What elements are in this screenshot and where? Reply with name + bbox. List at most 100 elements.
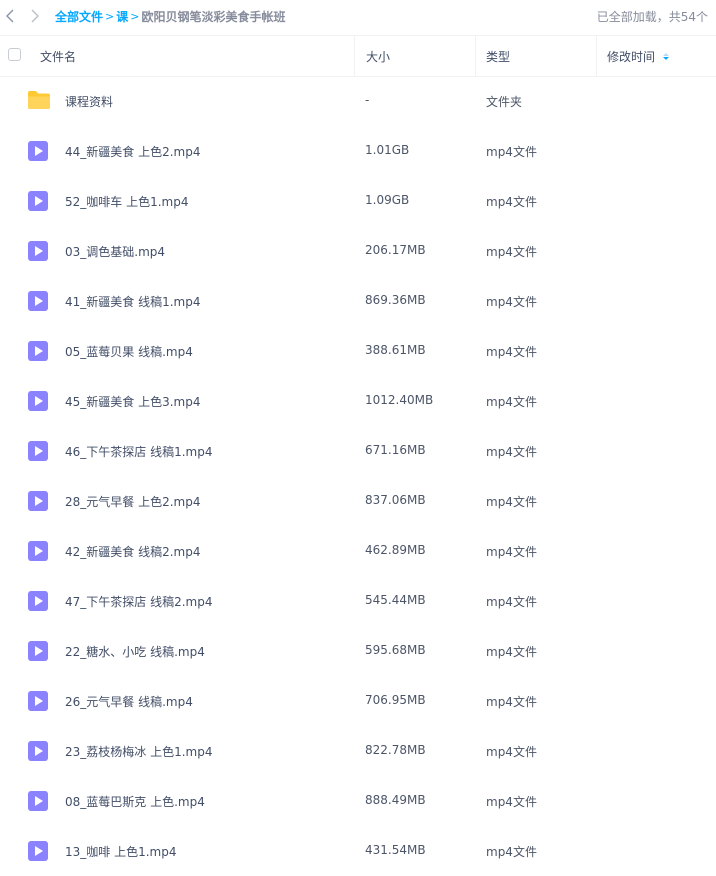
file-type: mp4文件 <box>486 595 537 609</box>
video-file-icon <box>28 341 48 361</box>
file-row[interactable]: 28_元气早餐 上色2.mp4 837.06MB mp4文件 <box>0 476 716 526</box>
file-name[interactable]: 03_调色基础.mp4 <box>65 243 165 260</box>
video-file-icon <box>28 291 48 311</box>
file-size: 1.01GB <box>365 143 410 157</box>
file-type: mp4文件 <box>486 695 537 709</box>
load-status-text: 已全部加载，共54个 <box>596 10 708 24</box>
file-row[interactable]: 26_元气早餐 线稿.mp4 706.95MB mp4文件 <box>0 676 716 726</box>
file-type: mp4文件 <box>486 395 537 409</box>
chevron-left-icon[interactable] <box>0 6 20 26</box>
file-name[interactable]: 23_荔枝杨梅冰 上色1.mp4 <box>65 743 212 760</box>
video-file-icon <box>28 441 48 461</box>
column-header-modified-label: 修改时间 <box>607 49 656 64</box>
column-header-name-label: 文件名 <box>40 49 77 64</box>
file-type: mp4文件 <box>486 445 537 459</box>
file-name[interactable]: 41_新疆美食 线稿1.mp4 <box>65 293 200 310</box>
table-header: 文件名 大小 类型 修改时间 <box>0 35 716 77</box>
file-size: 822.78MB <box>365 743 426 757</box>
column-header-name[interactable]: 文件名 <box>40 36 76 76</box>
file-row[interactable]: 课程资料 - 文件夹 <box>0 76 716 126</box>
file-row[interactable]: 42_新疆美食 线稿2.mp4 462.89MB mp4文件 <box>0 526 716 576</box>
video-file-icon <box>28 641 48 661</box>
file-size: 1.09GB <box>365 193 410 207</box>
video-file-icon <box>28 841 48 861</box>
file-list: 课程资料 - 文件夹 44_新疆美食 上色2.mp4 1.01GB mp4文件 52_咖啡车… <box>0 76 716 876</box>
file-row[interactable]: 23_荔枝杨梅冰 上色1.mp4 822.78MB mp4文件 <box>0 726 716 776</box>
file-name[interactable]: 52_咖啡车 上色1.mp4 <box>65 193 188 210</box>
column-header-type[interactable]: 类型 <box>475 36 595 76</box>
column-header-size-label: 大小 <box>366 49 391 64</box>
chevron-right-icon[interactable] <box>25 6 45 26</box>
file-type: mp4文件 <box>486 345 537 359</box>
video-file-icon <box>28 241 48 261</box>
file-type: 文件夹 <box>486 95 523 109</box>
file-size: 595.68MB <box>365 643 426 657</box>
file-type: mp4文件 <box>486 145 537 159</box>
file-size: 869.36MB <box>365 293 426 307</box>
file-row[interactable]: 45_新疆美食 上色3.mp4 1012.40MB mp4文件 <box>0 376 716 426</box>
select-all-checkbox[interactable] <box>8 48 21 61</box>
file-row[interactable]: 03_调色基础.mp4 206.17MB mp4文件 <box>0 226 716 276</box>
file-type: mp4文件 <box>486 745 537 759</box>
file-size: 888.49MB <box>365 793 426 807</box>
column-header-type-label: 类型 <box>486 49 511 64</box>
video-file-icon <box>28 191 48 211</box>
file-row[interactable]: 47_下午茶探店 线稿2.mp4 545.44MB mp4文件 <box>0 576 716 626</box>
file-type: mp4文件 <box>486 295 537 309</box>
breadcrumb-root[interactable]: 全部文件 <box>55 8 103 25</box>
video-file-icon <box>28 741 48 761</box>
file-size: 1012.40MB <box>365 393 434 407</box>
breadcrumb: 全部文件 > 课 > 欧阳贝钢笔淡彩美食手帐班 <box>55 8 285 25</box>
file-row[interactable]: 05_蓝莓贝果 线稿.mp4 388.61MB mp4文件 <box>0 326 716 376</box>
column-header-size[interactable]: 大小 <box>354 36 474 76</box>
video-file-icon <box>28 491 48 511</box>
file-size: 206.17MB <box>365 243 426 257</box>
file-size: 706.95MB <box>365 693 426 707</box>
file-name[interactable]: 42_新疆美食 线稿2.mp4 <box>65 543 200 560</box>
top-bar: 全部文件 > 课 > 欧阳贝钢笔淡彩美食手帐班 已全部加载，共54个 <box>0 0 716 32</box>
file-size: 462.89MB <box>365 543 426 557</box>
file-type: mp4文件 <box>486 645 537 659</box>
file-name[interactable]: 08_蓝莓巴斯克 上色.mp4 <box>65 793 205 810</box>
video-file-icon <box>28 591 48 611</box>
file-type: mp4文件 <box>486 245 537 259</box>
file-row[interactable]: 13_咖啡 上色1.mp4 431.54MB mp4文件 <box>0 826 716 876</box>
file-name[interactable]: 44_新疆美食 上色2.mp4 <box>65 143 200 160</box>
column-header-modified[interactable]: 修改时间 <box>596 36 716 76</box>
file-row[interactable]: 22_糖水、小吃 线稿.mp4 595.68MB mp4文件 <box>0 626 716 676</box>
breadcrumb-current: 欧阳贝钢笔淡彩美食手帐班 <box>141 10 286 24</box>
file-size: - <box>365 93 370 107</box>
breadcrumb-separator: > <box>105 10 115 23</box>
file-row[interactable]: 46_下午茶探店 线稿1.mp4 671.16MB mp4文件 <box>0 426 716 476</box>
file-name[interactable]: 45_新疆美食 上色3.mp4 <box>65 393 200 410</box>
file-size: 388.61MB <box>365 343 426 357</box>
file-type: mp4文件 <box>486 545 537 559</box>
breadcrumb-middle[interactable]: 课 <box>116 8 128 25</box>
video-file-icon <box>28 541 48 561</box>
sort-icon[interactable] <box>663 52 670 60</box>
video-file-icon <box>28 791 48 811</box>
file-type: mp4文件 <box>486 795 537 809</box>
video-file-icon <box>28 141 48 161</box>
file-size: 671.16MB <box>365 443 426 457</box>
file-type: mp4文件 <box>486 495 537 509</box>
file-type: mp4文件 <box>486 195 537 209</box>
file-row[interactable]: 08_蓝莓巴斯克 上色.mp4 888.49MB mp4文件 <box>0 776 716 826</box>
file-name[interactable]: 26_元气早餐 线稿.mp4 <box>65 693 193 710</box>
video-file-icon <box>28 391 48 411</box>
breadcrumb-separator: > <box>130 10 140 23</box>
file-name[interactable]: 28_元气早餐 上色2.mp4 <box>65 493 200 510</box>
file-name[interactable]: 课程资料 <box>65 93 113 110</box>
file-row[interactable]: 52_咖啡车 上色1.mp4 1.09GB mp4文件 <box>0 176 716 226</box>
folder-icon <box>28 91 52 111</box>
file-name[interactable]: 46_下午茶探店 线稿1.mp4 <box>65 443 212 460</box>
file-row[interactable]: 44_新疆美食 上色2.mp4 1.01GB mp4文件 <box>0 126 716 176</box>
file-name[interactable]: 22_糖水、小吃 线稿.mp4 <box>65 643 205 660</box>
file-size: 431.54MB <box>365 843 426 857</box>
file-name[interactable]: 47_下午茶探店 线稿2.mp4 <box>65 593 212 610</box>
file-size: 545.44MB <box>365 593 426 607</box>
video-file-icon <box>28 691 48 711</box>
file-row[interactable]: 41_新疆美食 线稿1.mp4 869.36MB mp4文件 <box>0 276 716 326</box>
file-size: 837.06MB <box>365 493 426 507</box>
file-name[interactable]: 05_蓝莓贝果 线稿.mp4 <box>65 343 193 360</box>
